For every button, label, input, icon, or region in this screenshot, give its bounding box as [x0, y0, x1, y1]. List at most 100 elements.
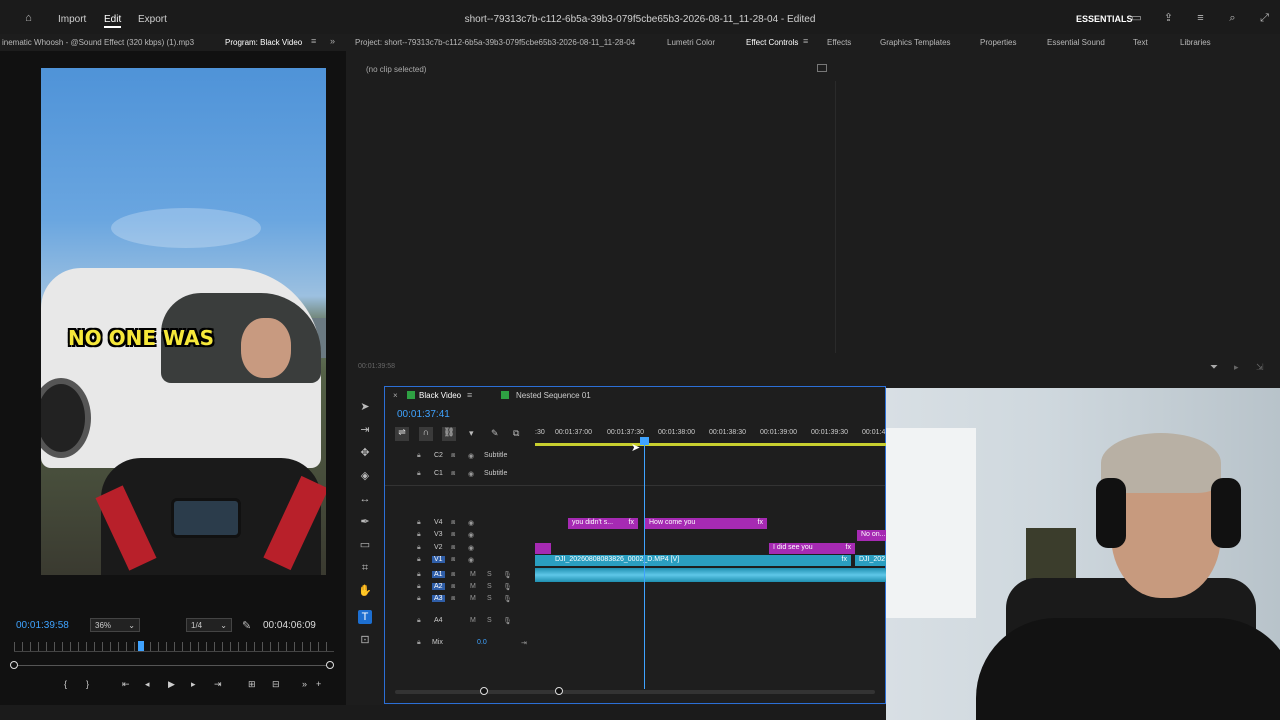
lumetri-color-tab[interactable]: Lumetri Color: [667, 38, 715, 47]
crop-tool-icon[interactable]: ⌗: [358, 561, 372, 575]
mix-value[interactable]: 0.0: [477, 639, 487, 646]
lock-icon[interactable]: 🔒︎: [417, 583, 421, 591]
razor-tool-icon[interactable]: ◈: [358, 469, 372, 483]
menu-icon[interactable]: ≡: [1194, 12, 1207, 25]
lock-icon[interactable]: 🔒︎: [417, 595, 421, 603]
lock-icon[interactable]: 🔒︎: [417, 617, 421, 625]
clip-v1-main[interactable]: DJI_20260808083826_0002_D.MP4 [V] fx: [535, 555, 851, 566]
resolution-select[interactable]: 1/4 ⌄: [186, 618, 232, 632]
scroll-handle-right[interactable]: [326, 661, 334, 669]
clip-v1-next[interactable]: DJI_202: [855, 555, 887, 566]
clip-you-didnt[interactable]: you didn't s... fx: [568, 518, 638, 529]
track-label[interactable]: A4: [434, 617, 443, 624]
sync-icon[interactable]: ⧈: [451, 595, 455, 603]
source-tab[interactable]: inematic Whoosh - @Sound Effect (320 kbp…: [2, 38, 194, 47]
playhead-handle[interactable]: [640, 437, 649, 445]
sync-icon[interactable]: ⧈: [451, 556, 455, 564]
pen-tool-icon[interactable]: ✒: [358, 515, 372, 529]
mute-button[interactable]: M: [470, 571, 476, 578]
eye-icon[interactable]: ◉: [468, 470, 474, 478]
properties-tab[interactable]: Properties: [980, 38, 1016, 47]
mark-out-icon[interactable]: }: [86, 679, 89, 689]
clip-a1-audio[interactable]: [535, 568, 887, 582]
mute-button[interactable]: M: [470, 595, 476, 602]
tab-nested-sequence[interactable]: Nested Sequence 01: [516, 391, 591, 400]
eye-icon[interactable]: ◉: [468, 452, 474, 460]
solo-button[interactable]: S: [487, 617, 492, 624]
zoom-scrollbar[interactable]: [14, 665, 330, 666]
project-tab[interactable]: Project: short--79313c7b-c112-6b5a-39b3-…: [355, 38, 635, 47]
timeline-settings-icon[interactable]: ✎: [491, 428, 499, 439]
timeline-timecode[interactable]: 00:01:37:41: [397, 409, 450, 420]
sync-icon[interactable]: ⧈: [451, 519, 455, 527]
search-icon[interactable]: ⌕: [1226, 12, 1239, 25]
timeline-playhead[interactable]: [644, 437, 645, 689]
essential-sound-tab[interactable]: Essential Sound: [1047, 38, 1105, 47]
track-label[interactable]: V1: [432, 556, 445, 563]
workspace-icon[interactable]: ▭: [1130, 12, 1143, 25]
lock-icon[interactable]: 🔒︎: [417, 470, 421, 478]
zoom-select[interactable]: 36% ⌄: [90, 618, 140, 632]
solo-button[interactable]: S: [487, 583, 492, 590]
lock-icon[interactable]: 🔒︎: [417, 639, 421, 647]
monitor-playhead[interactable]: [138, 641, 144, 651]
work-area-bar[interactable]: [535, 443, 887, 446]
step-forward-icon[interactable]: ▸: [191, 679, 196, 690]
mic-icon[interactable]: 🎙︎: [503, 595, 512, 603]
go-to-out-icon[interactable]: ⇥: [214, 679, 222, 690]
add-button-icon[interactable]: +: [316, 679, 321, 689]
toggle-timeline-icon[interactable]: [817, 64, 827, 72]
effects-tab[interactable]: Effects: [827, 38, 851, 47]
track-label[interactable]: A2: [432, 583, 445, 590]
insert-icon[interactable]: ⊞: [248, 679, 256, 690]
mute-button[interactable]: M: [470, 583, 476, 590]
video-frame[interactable]: NO ONE WAS: [41, 68, 326, 575]
track-select-tool-icon[interactable]: ⇥: [358, 423, 372, 437]
ripple-edit-tool-icon[interactable]: ✥: [358, 446, 372, 460]
scroll-handle-left[interactable]: [10, 661, 18, 669]
add-marker-icon[interactable]: ▾: [469, 428, 474, 439]
sync-icon[interactable]: ⧈: [451, 531, 455, 539]
sync-icon[interactable]: ⧈: [451, 452, 455, 460]
play-audio-icon[interactable]: ▸: [1234, 362, 1239, 373]
captions-icon[interactable]: ⧉: [513, 428, 519, 439]
sync-icon[interactable]: ⧈: [451, 583, 455, 591]
sync-icon[interactable]: ⧈: [451, 544, 455, 552]
panel-overflow-icon[interactable]: »: [330, 36, 335, 46]
effect-controls-menu-icon[interactable]: ≡: [803, 36, 808, 46]
current-timecode[interactable]: 00:01:39:58: [16, 620, 69, 631]
sync-icon[interactable]: ⧈: [451, 571, 455, 579]
track-label[interactable]: C2: [434, 452, 443, 459]
timeline-scrollbar[interactable]: [395, 690, 875, 694]
monitor-ruler[interactable]: [14, 642, 334, 652]
track-label[interactable]: A1: [432, 571, 445, 578]
lock-icon[interactable]: 🔒︎: [417, 531, 421, 539]
lock-icon[interactable]: 🔒︎: [417, 519, 421, 527]
mark-in-icon[interactable]: {: [64, 679, 67, 689]
play-icon[interactable]: ▶: [168, 679, 175, 690]
workspace-essentials[interactable]: ESSENTIALS: [1076, 14, 1133, 24]
clip-how-come[interactable]: How come you fx: [645, 518, 767, 529]
solo-button[interactable]: S: [487, 571, 492, 578]
eye-icon[interactable]: ◉: [468, 544, 474, 552]
rectangle-tool-icon[interactable]: ▭: [358, 538, 372, 552]
mic-icon[interactable]: 🎙︎: [503, 617, 512, 625]
more-controls-icon[interactable]: »: [302, 679, 307, 689]
lock-icon[interactable]: 🔒︎: [417, 556, 421, 564]
graphics-templates-tab[interactable]: Graphics Templates: [880, 38, 951, 47]
eye-icon[interactable]: ◉: [468, 556, 474, 564]
overwrite-icon[interactable]: ⊟: [272, 679, 280, 690]
go-to-end-icon[interactable]: ⇥: [521, 639, 527, 647]
tab-black-video[interactable]: Black Video: [419, 391, 461, 400]
effect-controls-tab[interactable]: Effect Controls: [746, 38, 798, 47]
expand-icon[interactable]: ⤢: [1258, 12, 1271, 25]
scroll-handle-left[interactable]: [480, 687, 488, 695]
mic-icon[interactable]: 🎙︎: [503, 583, 512, 591]
text-tab[interactable]: Text: [1133, 38, 1148, 47]
type-tool-icon[interactable]: T: [358, 610, 372, 624]
libraries-tab[interactable]: Libraries: [1180, 38, 1211, 47]
lock-icon[interactable]: 🔒︎: [417, 544, 421, 552]
track-label[interactable]: V4: [434, 519, 443, 526]
mic-icon[interactable]: 🎙︎: [503, 571, 512, 579]
sync-icon[interactable]: ⧈: [451, 470, 455, 478]
